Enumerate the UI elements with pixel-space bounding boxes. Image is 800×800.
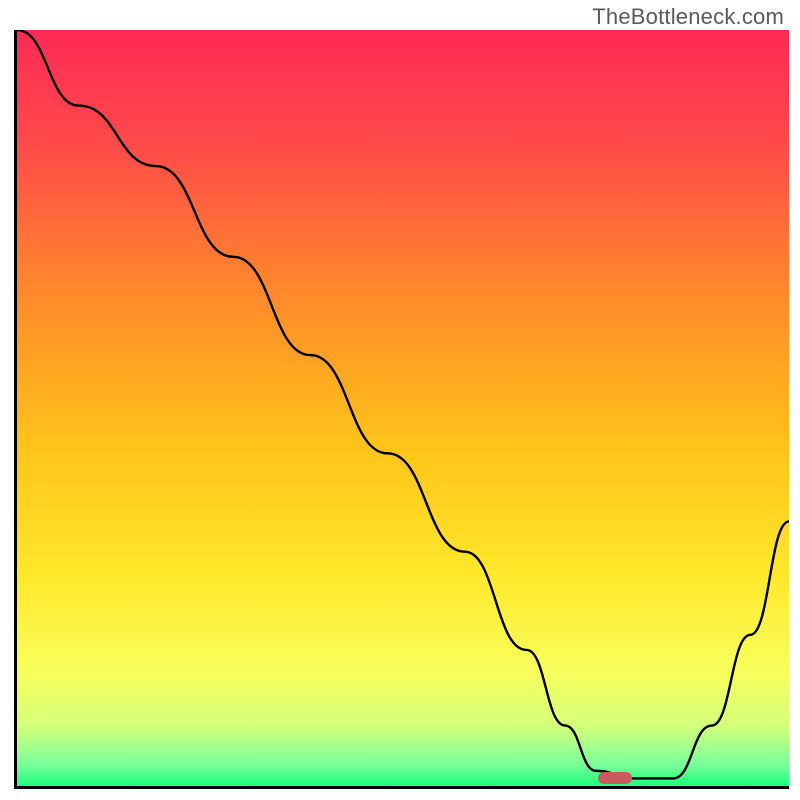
optimal-marker (598, 772, 632, 784)
bottleneck-curve (17, 30, 789, 786)
plot-area (14, 30, 789, 789)
watermark-text: TheBottleneck.com (592, 4, 784, 30)
bottleneck-chart: TheBottleneck.com (0, 0, 800, 800)
